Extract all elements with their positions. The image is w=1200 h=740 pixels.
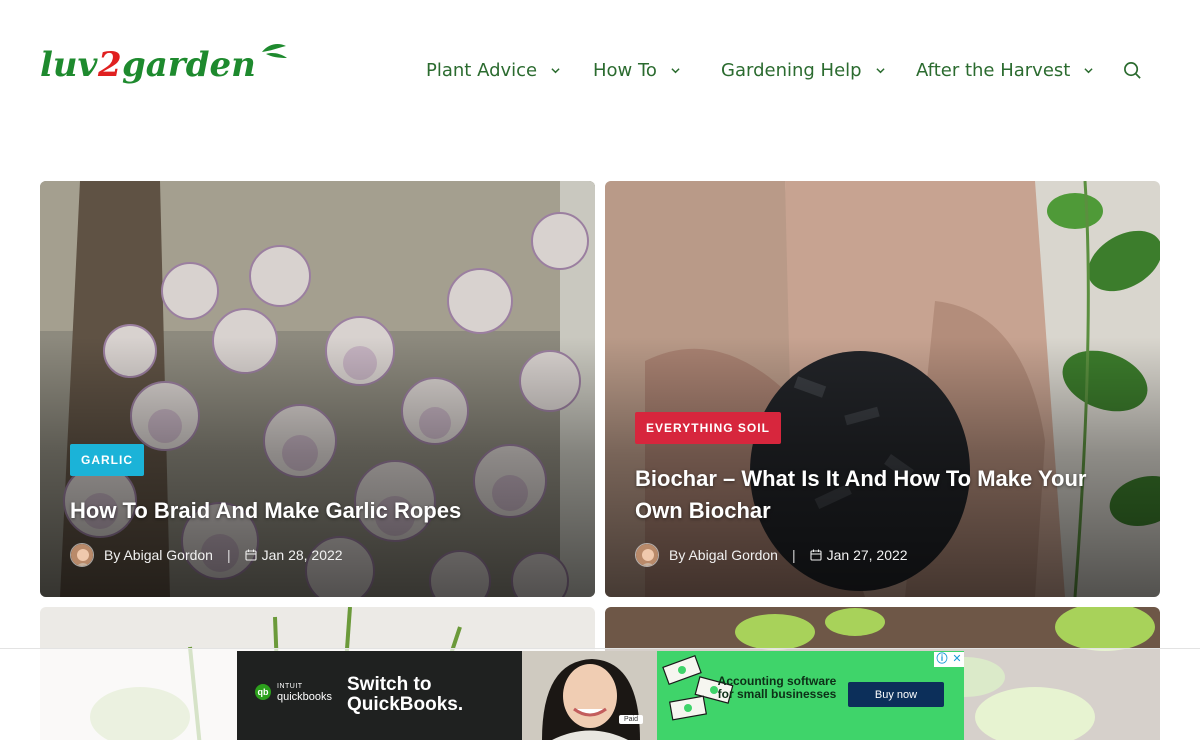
meta-separator: | bbox=[226, 547, 231, 563]
quickbooks-icon: qb bbox=[255, 684, 271, 700]
quickbooks-ad-banner[interactable]: qb INTUIT quickbooks Switch to QuickBook… bbox=[237, 651, 964, 740]
post-title[interactable]: Biochar – What Is It And How To Make You… bbox=[635, 463, 1115, 527]
site-header: luv 2 garden Plant Advice How To Gardeni… bbox=[0, 0, 1200, 140]
post-card-biochar[interactable]: EVERYTHING SOIL Biochar – What Is It And… bbox=[605, 181, 1160, 597]
nav-label: After the Harvest bbox=[916, 59, 1071, 81]
ad-buy-now-button[interactable]: Buy now bbox=[848, 682, 944, 707]
category-badge[interactable]: EVERYTHING SOIL bbox=[635, 412, 781, 444]
chevron-down-icon bbox=[671, 67, 680, 73]
nav-item-plant-advice[interactable]: Plant Advice bbox=[426, 52, 560, 88]
chevron-down-icon bbox=[875, 67, 885, 73]
category-badge[interactable]: GARLIC bbox=[70, 444, 144, 476]
post-title[interactable]: How To Braid And Make Garlic Ropes bbox=[70, 495, 550, 527]
search-button[interactable] bbox=[1120, 52, 1144, 88]
main-nav: Plant Advice How To Gardening Help After… bbox=[0, 52, 1200, 88]
calendar-icon bbox=[245, 549, 257, 561]
close-icon[interactable]: ✕ bbox=[952, 654, 961, 665]
calendar-icon bbox=[810, 549, 822, 561]
author-avatar bbox=[635, 543, 659, 567]
nav-item-gardening-help[interactable]: Gardening Help bbox=[721, 52, 885, 88]
post-date: Jan 28, 2022 bbox=[261, 547, 343, 563]
meta-separator: | bbox=[791, 547, 796, 563]
post-date: Jan 27, 2022 bbox=[826, 547, 908, 563]
ad-photo-woman bbox=[522, 651, 657, 740]
post-meta: By Abigal Gordon | Jan 27, 2022 bbox=[635, 543, 908, 567]
ad-brand: quickbooks bbox=[277, 691, 333, 703]
ad-info-icon[interactable]: ⓘ bbox=[936, 654, 947, 665]
nav-label: Gardening Help bbox=[721, 59, 862, 81]
nav-label: Plant Advice bbox=[426, 59, 538, 81]
nav-label: How To bbox=[593, 59, 657, 81]
ad-copy: Accounting software for small businesses bbox=[717, 674, 837, 701]
chevron-down-icon bbox=[1084, 67, 1093, 73]
nav-item-how-to[interactable]: How To bbox=[593, 52, 680, 88]
quickbooks-logo: qb INTUIT quickbooks bbox=[255, 681, 332, 703]
ad-headline: Switch to QuickBooks. bbox=[347, 674, 464, 715]
ad-choices[interactable]: ⓘ ✕ bbox=[934, 652, 964, 667]
post-author[interactable]: By Abigal Gordon bbox=[669, 547, 778, 563]
paid-chip: Paid bbox=[619, 715, 644, 724]
nav-item-after-the-harvest[interactable]: After the Harvest bbox=[916, 52, 1093, 88]
post-author[interactable]: By Abigal Gordon bbox=[104, 547, 213, 563]
post-card-garlic[interactable]: GARLIC How To Braid And Make Garlic Rope… bbox=[40, 181, 595, 597]
author-avatar bbox=[70, 543, 94, 567]
chevron-down-icon bbox=[551, 67, 560, 73]
post-meta: By Abigal Gordon | Jan 28, 2022 bbox=[70, 543, 343, 567]
search-icon bbox=[1123, 61, 1141, 79]
